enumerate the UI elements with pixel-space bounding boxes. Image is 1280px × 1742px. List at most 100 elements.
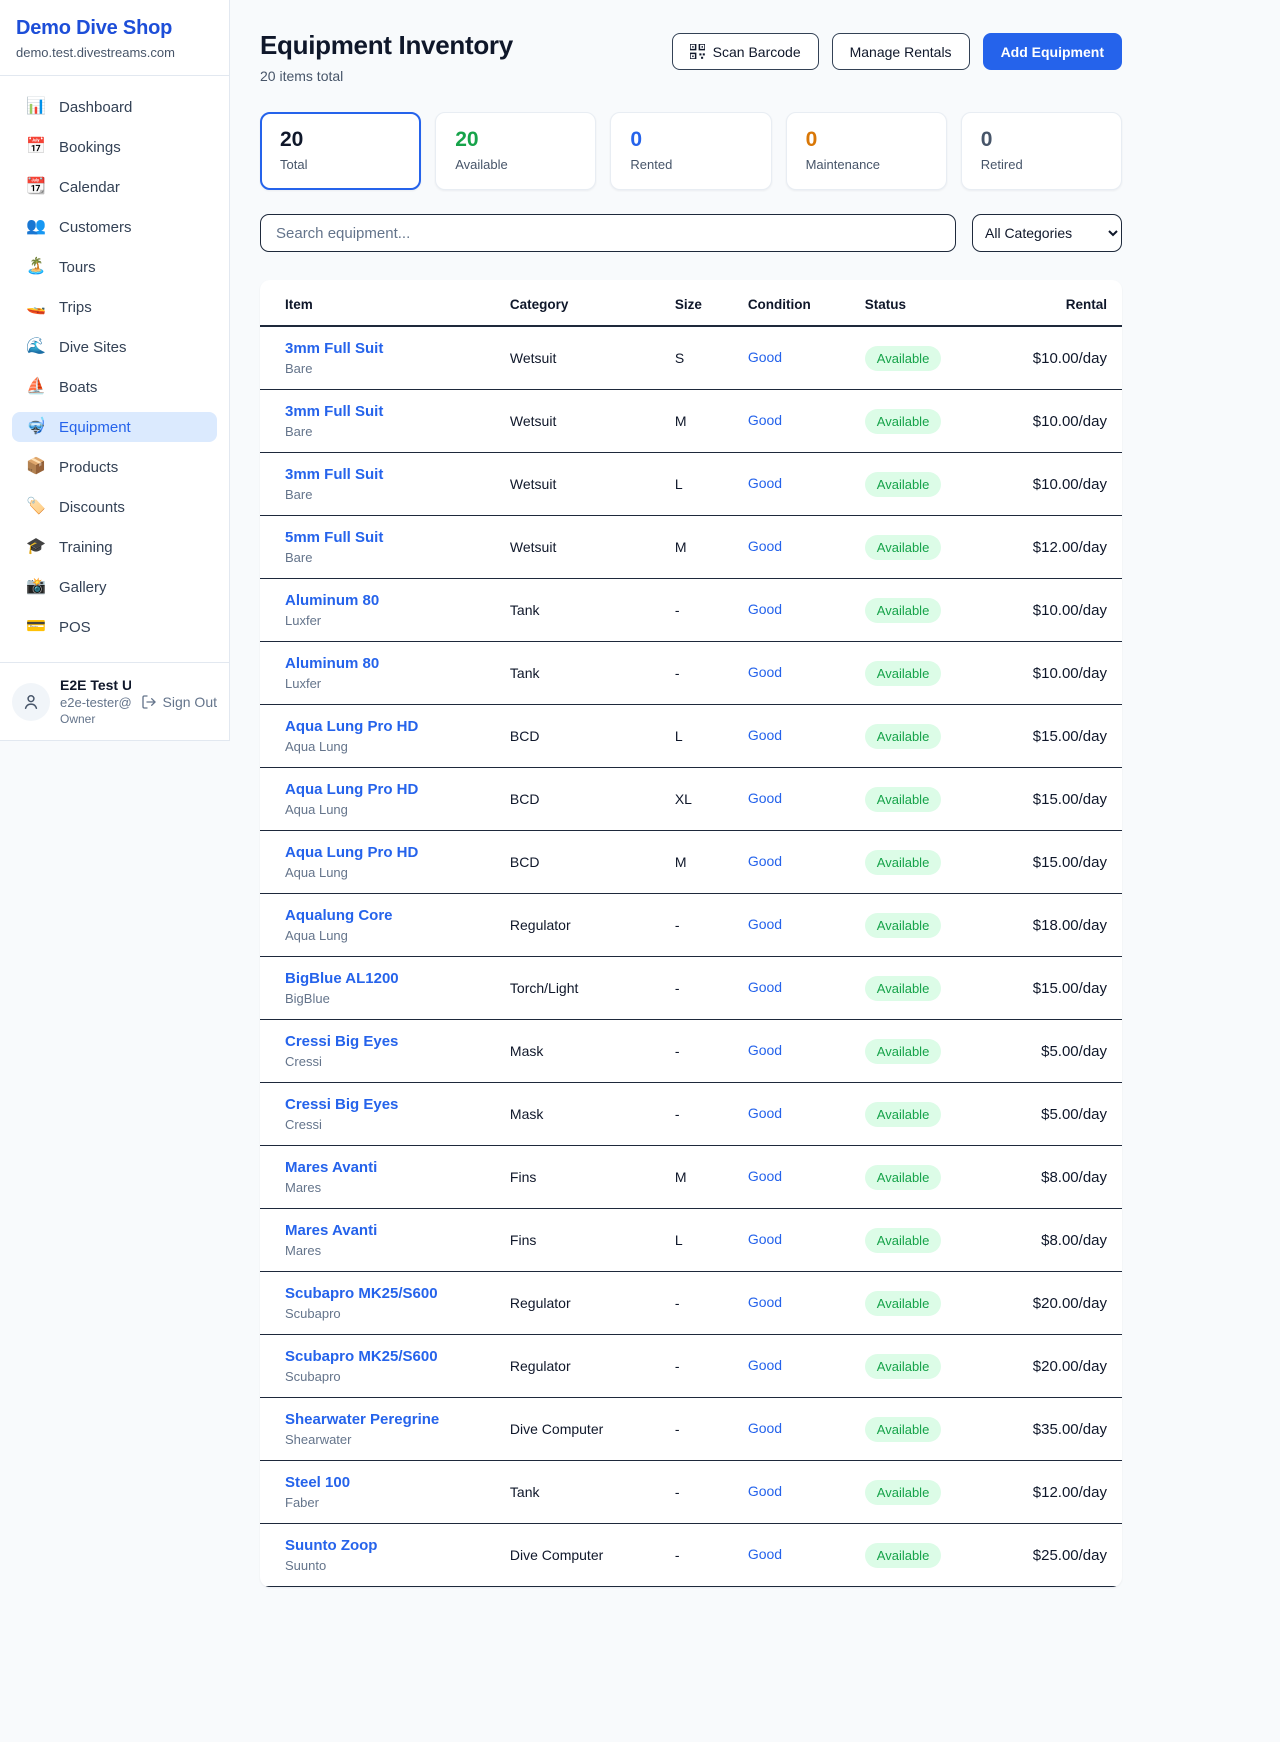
condition-link[interactable]: Good [748, 601, 782, 617]
category-select[interactable]: All Categories [972, 214, 1122, 252]
condition-link[interactable]: Good [748, 1546, 782, 1562]
item-name-link[interactable]: BigBlue AL1200 [285, 970, 494, 987]
add-equipment-button[interactable]: Add Equipment [983, 33, 1122, 70]
item-name-link[interactable]: 3mm Full Suit [285, 340, 494, 357]
item-name-link[interactable]: Shearwater Peregrine [285, 1411, 494, 1428]
condition-link[interactable]: Good [748, 538, 782, 554]
brand-block: Demo Dive Shop demo.test.divestreams.com [0, 0, 229, 76]
status-badge: Available [865, 1039, 942, 1064]
item-name-link[interactable]: 5mm Full Suit [285, 529, 494, 546]
sidebar-item-boats[interactable]: ⛵ Boats [12, 372, 217, 402]
stat-card[interactable]: 20 Available [435, 112, 596, 190]
sidebar-item-dive-sites[interactable]: 🌊 Dive Sites [12, 332, 217, 362]
item-cell: Mares Avanti Mares [260, 1209, 502, 1272]
status-badge: Available [865, 346, 942, 371]
item-name-link[interactable]: Scubapro MK25/S600 [285, 1348, 494, 1365]
stat-label: Available [455, 157, 576, 172]
condition-link[interactable]: Good [748, 853, 782, 869]
search-input[interactable] [260, 214, 956, 252]
item-name-link[interactable]: Scubapro MK25/S600 [285, 1285, 494, 1302]
condition-link[interactable]: Good [748, 412, 782, 428]
condition-link[interactable]: Good [748, 664, 782, 680]
item-brand: Luxfer [285, 613, 494, 628]
condition-link[interactable]: Good [748, 1483, 782, 1499]
item-cell: 3mm Full Suit Bare [260, 326, 502, 390]
condition-cell: Good [740, 1398, 857, 1461]
condition-link[interactable]: Good [748, 1357, 782, 1373]
size-cell: - [667, 1461, 740, 1524]
table-row: Aqua Lung Pro HD Aqua Lung BCD XL Good A… [260, 768, 1122, 831]
condition-link[interactable]: Good [748, 1294, 782, 1310]
status-badge: Available [865, 1102, 942, 1127]
size-cell: M [667, 516, 740, 579]
item-name-link[interactable]: Mares Avanti [285, 1222, 494, 1239]
brand-name[interactable]: Demo Dive Shop [16, 17, 213, 40]
sidebar-item-calendar[interactable]: 📆 Calendar [12, 172, 217, 202]
item-name-link[interactable]: Mares Avanti [285, 1159, 494, 1176]
condition-link[interactable]: Good [748, 1168, 782, 1184]
item-name-link[interactable]: Steel 100 [285, 1474, 494, 1491]
item-name-link[interactable]: 3mm Full Suit [285, 466, 494, 483]
item-cell: Steel 100 Faber [260, 1461, 502, 1524]
rental-cell: $20.00/day [1025, 1272, 1122, 1335]
item-name-link[interactable]: Aqua Lung Pro HD [285, 718, 494, 735]
sidebar-item-bookings[interactable]: 📅 Bookings [12, 132, 217, 162]
condition-link[interactable]: Good [748, 727, 782, 743]
stat-card[interactable]: 20 Total [260, 112, 421, 190]
category-cell: Fins [502, 1209, 667, 1272]
item-name-link[interactable]: Aqua Lung Pro HD [285, 781, 494, 798]
item-brand: BigBlue [285, 991, 494, 1006]
item-name-link[interactable]: Aqua Lung Pro HD [285, 844, 494, 861]
condition-link[interactable]: Good [748, 1231, 782, 1247]
item-name-link[interactable]: Aluminum 80 [285, 592, 494, 609]
rental-cell: $18.00/day [1025, 894, 1122, 957]
condition-link[interactable]: Good [748, 1105, 782, 1121]
condition-link[interactable]: Good [748, 1042, 782, 1058]
sidebar-item-gallery[interactable]: 📸 Gallery [12, 572, 217, 602]
item-cell: Cressi Big Eyes Cressi [260, 1020, 502, 1083]
sidebar-item-products[interactable]: 📦 Products [12, 452, 217, 482]
sidebar-item-customers[interactable]: 👥 Customers [12, 212, 217, 242]
size-cell: M [667, 1146, 740, 1209]
item-name-link[interactable]: Aqualung Core [285, 907, 494, 924]
sidebar-item-dashboard[interactable]: 📊 Dashboard [12, 92, 217, 122]
page-title-block: Equipment Inventory 20 items total [260, 30, 513, 84]
condition-cell: Good [740, 1335, 857, 1398]
sidebar-item-training[interactable]: 🎓 Training [12, 532, 217, 562]
status-cell: Available [857, 768, 1025, 831]
barcode-icon [690, 44, 705, 59]
sidebar-item-tours[interactable]: 🏝️ Tours [12, 252, 217, 282]
status-badge: Available [865, 1165, 942, 1190]
item-name-link[interactable]: Cressi Big Eyes [285, 1096, 494, 1113]
condition-link[interactable]: Good [748, 916, 782, 932]
item-cell: Aluminum 80 Luxfer [260, 642, 502, 705]
status-cell: Available [857, 390, 1025, 453]
item-name-link[interactable]: Aluminum 80 [285, 655, 494, 672]
sidebar-item-label: Boats [59, 379, 97, 396]
rental-cell: $8.00/day [1025, 1209, 1122, 1272]
scan-barcode-button[interactable]: Scan Barcode [672, 33, 819, 70]
size-cell: - [667, 1398, 740, 1461]
condition-link[interactable]: Good [748, 1420, 782, 1436]
rental-cell: $10.00/day [1025, 453, 1122, 516]
item-name-link[interactable]: Cressi Big Eyes [285, 1033, 494, 1050]
condition-link[interactable]: Good [748, 979, 782, 995]
sidebar-item-discounts[interactable]: 🏷️ Discounts [12, 492, 217, 522]
rental-cell: $8.00/day [1025, 1146, 1122, 1209]
condition-link[interactable]: Good [748, 349, 782, 365]
item-cell: Aqua Lung Pro HD Aqua Lung [260, 831, 502, 894]
item-name-link[interactable]: 3mm Full Suit [285, 403, 494, 420]
sidebar-item-equipment[interactable]: 🤿 Equipment [12, 412, 217, 442]
category-cell: Regulator [502, 1272, 667, 1335]
table-row: 3mm Full Suit Bare Wetsuit L Good Availa… [260, 453, 1122, 516]
sidebar-item-pos[interactable]: 💳 POS [12, 612, 217, 642]
sidebar-item-trips[interactable]: 🚤 Trips [12, 292, 217, 322]
stat-card[interactable]: 0 Maintenance [786, 112, 947, 190]
sign-out-button[interactable]: Sign Out [141, 694, 217, 710]
condition-link[interactable]: Good [748, 475, 782, 491]
stat-card[interactable]: 0 Rented [610, 112, 771, 190]
stat-card[interactable]: 0 Retired [961, 112, 1122, 190]
condition-link[interactable]: Good [748, 790, 782, 806]
item-name-link[interactable]: Suunto Zoop [285, 1537, 494, 1554]
manage-rentals-button[interactable]: Manage Rentals [832, 33, 970, 70]
